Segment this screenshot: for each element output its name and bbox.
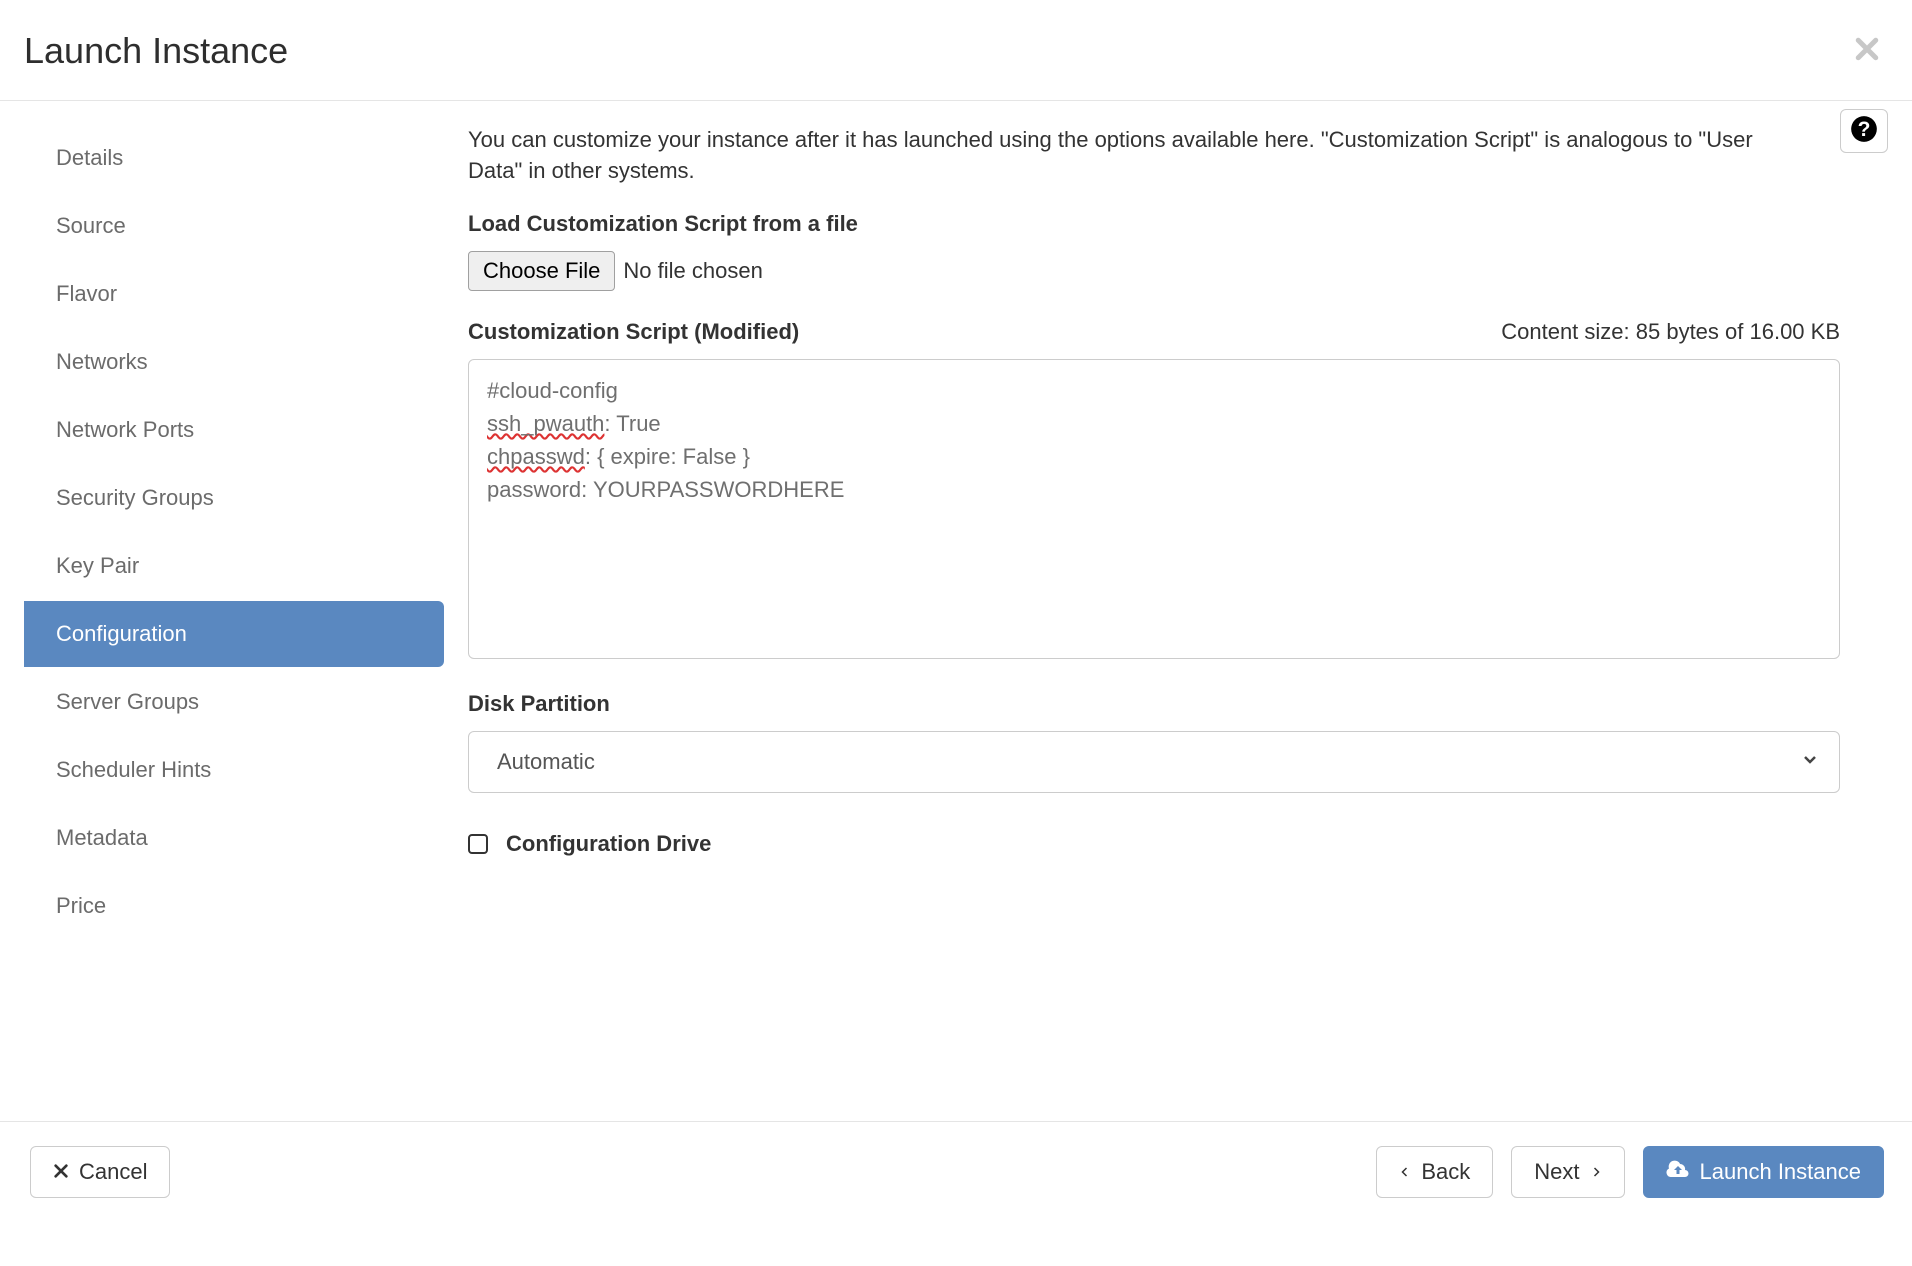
tab-details[interactable]: Details xyxy=(24,125,444,191)
next-button-label: Next xyxy=(1534,1159,1579,1185)
svg-text:?: ? xyxy=(1858,118,1871,141)
close-icon xyxy=(1852,51,1882,68)
tab-source[interactable]: Source xyxy=(24,193,444,259)
configuration-panel: You can customize your instance after it… xyxy=(468,101,1868,1111)
modal-title: Launch Instance xyxy=(24,30,288,72)
tab-security-groups[interactable]: Security Groups xyxy=(24,465,444,531)
configuration-drive-label: Configuration Drive xyxy=(506,831,711,857)
tab-label: Security Groups xyxy=(56,485,214,510)
tab-label: Configuration xyxy=(56,621,187,646)
tab-metadata[interactable]: Metadata xyxy=(24,805,444,871)
customization-script-label: Customization Script (Modified) xyxy=(468,319,799,345)
tab-label: Details xyxy=(56,145,123,170)
next-button[interactable]: Next xyxy=(1511,1146,1624,1198)
back-button[interactable]: Back xyxy=(1376,1146,1493,1198)
tab-label: Flavor xyxy=(56,281,117,306)
modal-body: ? Details Source Flavor Networks Network… xyxy=(0,101,1912,1121)
panel-description: You can customize your instance after it… xyxy=(468,125,1788,187)
disk-partition-select-wrap: Automatic xyxy=(468,731,1840,793)
tab-network-ports[interactable]: Network Ports xyxy=(24,397,444,463)
tab-label: Key Pair xyxy=(56,553,139,578)
chevron-right-icon xyxy=(1590,1164,1602,1180)
tab-flavor[interactable]: Flavor xyxy=(24,261,444,327)
file-status-text: No file chosen xyxy=(623,258,762,284)
close-button[interactable] xyxy=(1852,34,1882,69)
load-script-label: Load Customization Script from a file xyxy=(468,211,1840,237)
help-icon: ? xyxy=(1850,115,1878,148)
launch-instance-button[interactable]: Launch Instance xyxy=(1643,1146,1884,1198)
launch-button-label: Launch Instance xyxy=(1700,1159,1861,1185)
tab-label: Metadata xyxy=(56,825,148,850)
launch-instance-modal: Launch Instance ? Details Source Flavor … xyxy=(0,0,1912,1228)
tab-configuration[interactable]: Configuration xyxy=(24,601,444,667)
configuration-drive-checkbox[interactable] xyxy=(468,834,488,854)
modal-header: Launch Instance xyxy=(0,0,1912,101)
back-button-label: Back xyxy=(1421,1159,1470,1185)
help-button[interactable]: ? xyxy=(1840,109,1888,153)
file-input-row: Choose File No file chosen xyxy=(468,251,1840,291)
disk-partition-select[interactable]: Automatic xyxy=(468,731,1840,793)
tab-label: Scheduler Hints xyxy=(56,757,211,782)
configuration-drive-row: Configuration Drive xyxy=(468,831,1840,857)
tab-price[interactable]: Price xyxy=(24,873,444,939)
cancel-button-label: Cancel xyxy=(79,1159,147,1185)
wizard-sidebar: Details Source Flavor Networks Network P… xyxy=(0,101,468,1111)
tab-label: Server Groups xyxy=(56,689,199,714)
disk-partition-label: Disk Partition xyxy=(468,691,1840,717)
tab-scheduler-hints[interactable]: Scheduler Hints xyxy=(24,737,444,803)
tab-key-pair[interactable]: Key Pair xyxy=(24,533,444,599)
content-size-text: Content size: 85 bytes of 16.00 KB xyxy=(1501,319,1840,345)
x-icon xyxy=(53,1159,69,1185)
script-label-row: Customization Script (Modified) Content … xyxy=(468,319,1840,345)
tab-label: Price xyxy=(56,893,106,918)
tab-label: Networks xyxy=(56,349,148,374)
modal-footer: Cancel Back Next Launch Instance xyxy=(0,1121,1912,1228)
footer-nav: Back Next Launch Instance xyxy=(1376,1146,1884,1198)
customization-script-textarea[interactable]: #cloud-configssh_pwauth: Truechpasswd: {… xyxy=(468,359,1840,659)
chevron-left-icon xyxy=(1399,1164,1411,1180)
choose-file-button[interactable]: Choose File xyxy=(468,251,615,291)
tab-label: Network Ports xyxy=(56,417,194,442)
cloud-upload-icon xyxy=(1666,1159,1690,1185)
tab-server-groups[interactable]: Server Groups xyxy=(24,669,444,735)
tab-label: Source xyxy=(56,213,126,238)
cancel-button[interactable]: Cancel xyxy=(30,1146,170,1198)
tab-networks[interactable]: Networks xyxy=(24,329,444,395)
